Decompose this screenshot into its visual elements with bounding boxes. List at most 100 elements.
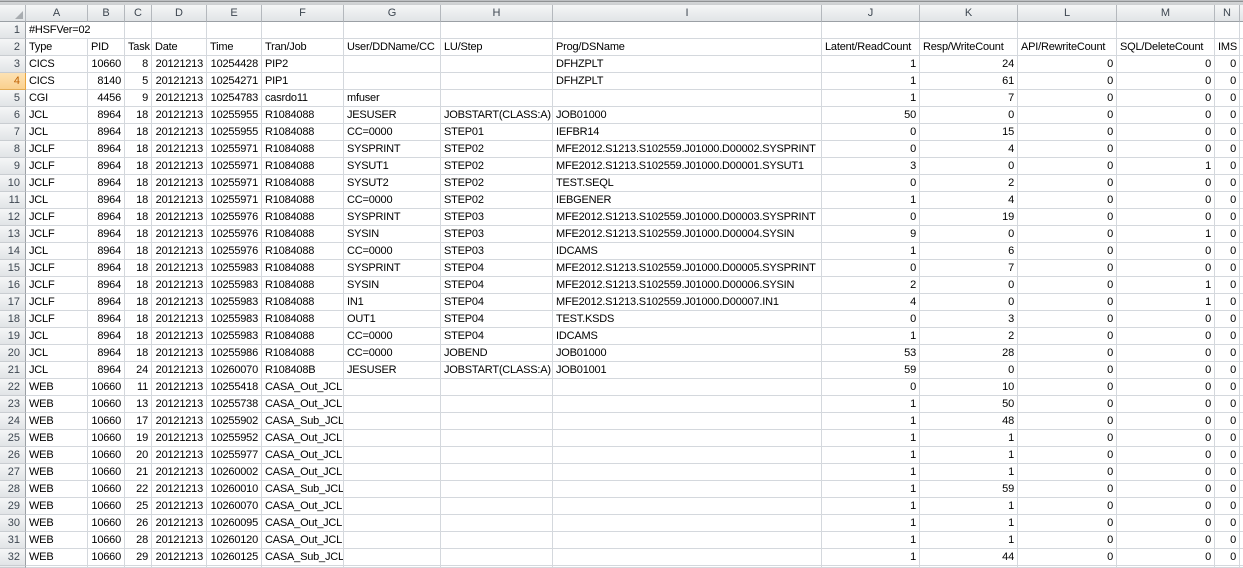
cell-pid[interactable]: 10660 bbox=[88, 413, 125, 430]
cell-tran-job[interactable]: CASA_Out_JCL bbox=[262, 498, 344, 515]
cell-resp-writecount[interactable]: 19 bbox=[920, 209, 1018, 226]
cell-lu-step[interactable] bbox=[441, 447, 553, 464]
cell-sql-deletecount[interactable]: 0 bbox=[1117, 549, 1215, 566]
cell-ims[interactable]: 0 bbox=[1215, 209, 1240, 226]
column-header-h[interactable]: H bbox=[441, 5, 553, 22]
row-header[interactable]: 13 bbox=[0, 226, 26, 243]
cell-lu-step[interactable]: JOBEND bbox=[441, 345, 553, 362]
cell-latent-readcount[interactable]: 0 bbox=[822, 124, 920, 141]
cell-user-ddname-cc[interactable]: SYSUT1 bbox=[344, 158, 441, 175]
cell-type[interactable]: CGI bbox=[26, 90, 88, 107]
cell-pid[interactable]: 10660 bbox=[88, 396, 125, 413]
cell-pid[interactable]: 8964 bbox=[88, 158, 125, 175]
cell-api-rewritecount[interactable]: 0 bbox=[1018, 192, 1117, 209]
cell-lu-step[interactable]: STEP03 bbox=[441, 243, 553, 260]
cell-sql-deletecount[interactable]: 0 bbox=[1117, 56, 1215, 73]
cell-tran-job[interactable]: PIP2 bbox=[262, 56, 344, 73]
cell-type[interactable]: JCL bbox=[26, 192, 88, 209]
cell-type[interactable]: JCLF bbox=[26, 158, 88, 175]
cell-sql-deletecount[interactable]: 0 bbox=[1117, 464, 1215, 481]
cell-api-rewritecount[interactable] bbox=[1018, 22, 1117, 39]
cell-pid[interactable]: 8964 bbox=[88, 141, 125, 158]
cell-latent-readcount[interactable]: Latent/ReadCount bbox=[822, 39, 920, 56]
cell-sql-deletecount[interactable]: 0 bbox=[1117, 124, 1215, 141]
cell-tran-job[interactable]: R1084088 bbox=[262, 277, 344, 294]
cell-type[interactable]: JCL bbox=[26, 345, 88, 362]
cell-time[interactable]: 10255952 bbox=[207, 430, 262, 447]
cell-ims[interactable]: 0 bbox=[1215, 260, 1240, 277]
cell-pid[interactable]: 10660 bbox=[88, 464, 125, 481]
column-header-d[interactable]: D bbox=[152, 5, 207, 22]
row-header[interactable]: 5 bbox=[0, 90, 26, 107]
cell-pid[interactable]: 8964 bbox=[88, 294, 125, 311]
cell-lu-step[interactable] bbox=[441, 73, 553, 90]
cell-sql-deletecount[interactable]: 0 bbox=[1117, 328, 1215, 345]
cell-latent-readcount[interactable]: 59 bbox=[822, 362, 920, 379]
cell-type[interactable]: CICS bbox=[26, 73, 88, 90]
cell-task[interactable]: 26 bbox=[125, 515, 152, 532]
cell-user-ddname-cc[interactable]: SYSUT2 bbox=[344, 175, 441, 192]
cell-task[interactable]: 18 bbox=[125, 107, 152, 124]
cell-user-ddname-cc[interactable]: User/DDName/CC bbox=[344, 39, 441, 56]
cell-prog-dsname[interactable]: JOB01000 bbox=[553, 107, 822, 124]
cell-time[interactable]: 10254271 bbox=[207, 73, 262, 90]
cell-ims[interactable]: 0 bbox=[1215, 328, 1240, 345]
cell-latent-readcount[interactable]: 4 bbox=[822, 294, 920, 311]
cell-api-rewritecount[interactable]: 0 bbox=[1018, 90, 1117, 107]
cell-date[interactable]: 20121213 bbox=[152, 345, 207, 362]
cell-date[interactable]: 20121213 bbox=[152, 294, 207, 311]
cell-latent-readcount[interactable]: 1 bbox=[822, 73, 920, 90]
cell-latent-readcount[interactable]: 1 bbox=[822, 447, 920, 464]
row-header[interactable]: 17 bbox=[0, 294, 26, 311]
cell-api-rewritecount[interactable]: 0 bbox=[1018, 464, 1117, 481]
cell-ims[interactable]: 0 bbox=[1215, 464, 1240, 481]
cell-type[interactable]: JCLF bbox=[26, 226, 88, 243]
cell-type[interactable]: JCL bbox=[26, 243, 88, 260]
cell-date[interactable]: 20121213 bbox=[152, 362, 207, 379]
row-header[interactable]: 31 bbox=[0, 532, 26, 549]
cell-type[interactable]: JCL bbox=[26, 362, 88, 379]
row-header[interactable]: 32 bbox=[0, 549, 26, 566]
cell-task[interactable]: 5 bbox=[125, 73, 152, 90]
cell-user-ddname-cc[interactable]: OUT1 bbox=[344, 311, 441, 328]
cell-latent-readcount[interactable]: 1 bbox=[822, 481, 920, 498]
row-header[interactable]: 16 bbox=[0, 277, 26, 294]
cell-resp-writecount[interactable]: 0 bbox=[920, 362, 1018, 379]
cell-tran-job[interactable]: CASA_Out_JCL bbox=[262, 447, 344, 464]
column-header-e[interactable]: E bbox=[207, 5, 262, 22]
cell-task[interactable]: 18 bbox=[125, 311, 152, 328]
cell-prog-dsname[interactable] bbox=[553, 447, 822, 464]
column-header-f[interactable]: F bbox=[262, 5, 344, 22]
cell-date[interactable]: 20121213 bbox=[152, 158, 207, 175]
cell-sql-deletecount[interactable]: 0 bbox=[1117, 141, 1215, 158]
cell-pid[interactable]: 8964 bbox=[88, 226, 125, 243]
cell-type[interactable]: WEB bbox=[26, 515, 88, 532]
cell-lu-step[interactable] bbox=[441, 498, 553, 515]
cell-sql-deletecount[interactable]: 0 bbox=[1117, 107, 1215, 124]
cell-tran-job[interactable]: CASA_Sub_JCL bbox=[262, 413, 344, 430]
cell-sql-deletecount[interactable]: SQL/DeleteCount bbox=[1117, 39, 1215, 56]
cell-latent-readcount[interactable]: 9 bbox=[822, 226, 920, 243]
cell-latent-readcount[interactable]: 1 bbox=[822, 328, 920, 345]
cell-prog-dsname[interactable]: IEFBR14 bbox=[553, 124, 822, 141]
cell-date[interactable]: 20121213 bbox=[152, 464, 207, 481]
cell-user-ddname-cc[interactable]: SYSIN bbox=[344, 277, 441, 294]
row-header[interactable]: 29 bbox=[0, 498, 26, 515]
cell-resp-writecount[interactable]: 4 bbox=[920, 141, 1018, 158]
cell-date[interactable]: 20121213 bbox=[152, 532, 207, 549]
cell-pid[interactable]: 8964 bbox=[88, 192, 125, 209]
cell-resp-writecount[interactable]: 24 bbox=[920, 56, 1018, 73]
cell-time[interactable]: 10255971 bbox=[207, 141, 262, 158]
cell-lu-step[interactable]: STEP04 bbox=[441, 311, 553, 328]
cell-lu-step[interactable]: STEP01 bbox=[441, 124, 553, 141]
cell-user-ddname-cc[interactable]: IN1 bbox=[344, 294, 441, 311]
cell-tran-job[interactable]: R1084088 bbox=[262, 226, 344, 243]
cell-time[interactable]: 10255977 bbox=[207, 447, 262, 464]
cell-prog-dsname[interactable]: MFE2012.S1213.S102559.J01000.D00003.SYSP… bbox=[553, 209, 822, 226]
cell-latent-readcount[interactable]: 1 bbox=[822, 56, 920, 73]
cell-date[interactable]: 20121213 bbox=[152, 430, 207, 447]
cell-sql-deletecount[interactable]: 1 bbox=[1117, 158, 1215, 175]
cell-lu-step[interactable] bbox=[441, 481, 553, 498]
cell-lu-step[interactable]: STEP04 bbox=[441, 328, 553, 345]
cell-latent-readcount[interactable]: 0 bbox=[822, 141, 920, 158]
